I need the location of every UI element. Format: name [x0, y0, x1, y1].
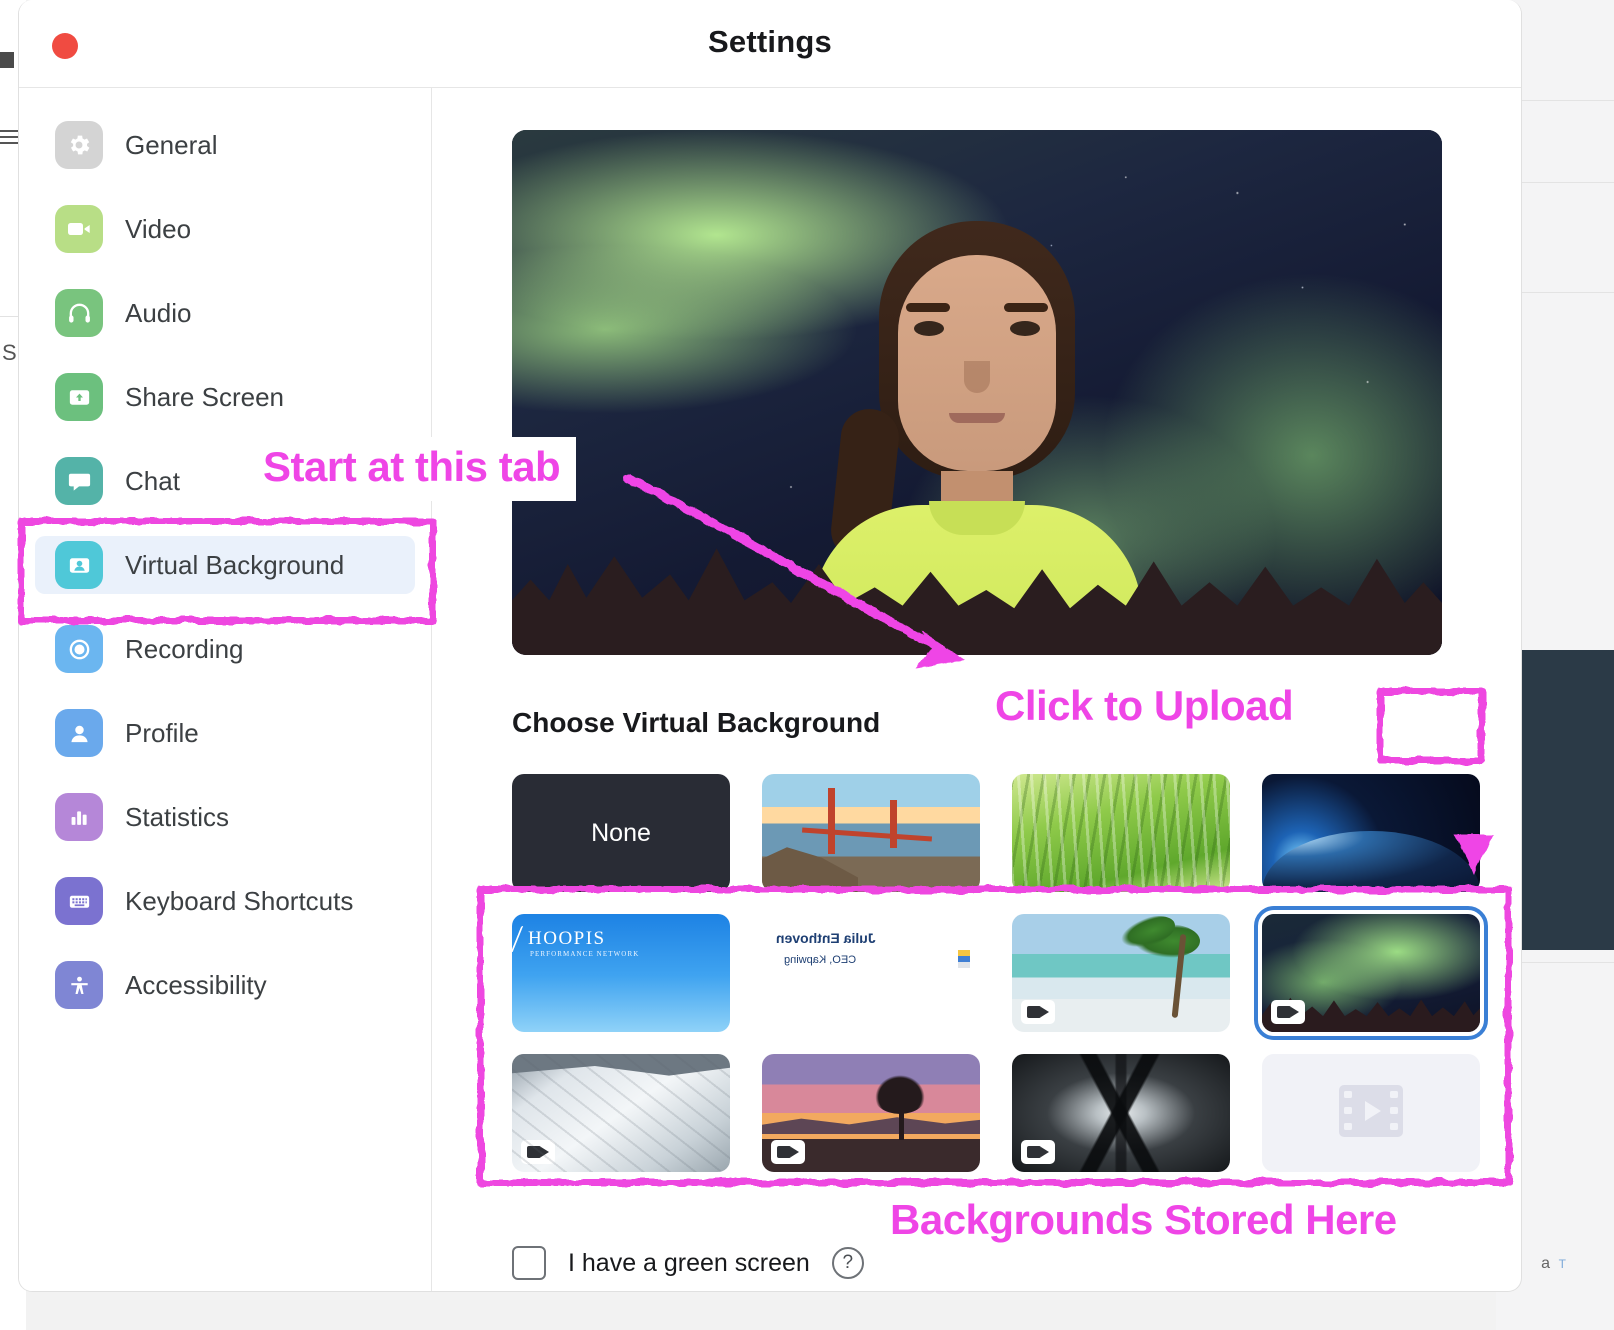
- sidebar-item-label: Statistics: [125, 802, 229, 833]
- sidebar-item-label: Share Screen: [125, 382, 284, 413]
- background-right-glyph-2: T: [1559, 1257, 1566, 1271]
- sidebar-item-label: General: [125, 130, 218, 161]
- sidebar-item-label: Audio: [125, 298, 192, 329]
- nose: [964, 361, 990, 393]
- headphones-icon: [55, 289, 103, 337]
- window-title: Settings: [19, 24, 1521, 60]
- sidebar-item-accessibility[interactable]: Accessibility: [35, 956, 415, 1014]
- eyebrow-left: [906, 303, 950, 312]
- sidebar-item-label: Chat: [125, 466, 180, 497]
- bridge-tower: [890, 800, 897, 848]
- thumbnail-sunset-tree[interactable]: [762, 1054, 980, 1172]
- cliff: [762, 840, 858, 892]
- background-left-glyph: S: [2, 340, 17, 366]
- video-badge-icon: [771, 1140, 805, 1164]
- bridge-tower: [828, 788, 835, 854]
- name-tag-title: CEO, Kapwing: [784, 954, 856, 966]
- sidebar-item-label: Profile: [125, 718, 199, 749]
- choose-background-header: Choose Virtual Background: [512, 693, 1522, 753]
- video-badge-icon: [1021, 1000, 1055, 1024]
- hills: [762, 1112, 980, 1134]
- accessibility-icon: [55, 961, 103, 1009]
- thumbnail-earth-from-space[interactable]: [1262, 774, 1480, 892]
- sidebar-item-label: Video: [125, 214, 191, 245]
- bar-chart-icon: [55, 793, 103, 841]
- screen-root: S a T Settings General: [0, 0, 1614, 1330]
- thumbnail-tunnel[interactable]: [1012, 1054, 1230, 1172]
- mouth: [949, 413, 1005, 423]
- window-titlebar: Settings: [19, 0, 1521, 88]
- sidebar-item-recording[interactable]: Recording: [35, 620, 415, 678]
- virtual-background-grid: None HOOPIS PERFORMANCE NETWORK: [512, 774, 1522, 1172]
- sidebar-item-share-screen[interactable]: Share Screen: [35, 368, 415, 426]
- thumbnail-empty-slot[interactable]: [1262, 1054, 1480, 1172]
- green-screen-row: I have a green screen ?: [512, 1246, 864, 1280]
- choose-background-title: Choose Virtual Background: [512, 693, 1522, 753]
- sidebar-item-label: Virtual Background: [125, 550, 344, 581]
- green-screen-checkbox[interactable]: [512, 1246, 546, 1280]
- sidebar-item-label: Recording: [125, 634, 244, 665]
- hoopis-tagline: PERFORMANCE NETWORK: [530, 950, 639, 958]
- tree-trunk: [899, 1106, 904, 1140]
- eyebrow-right: [1004, 303, 1048, 312]
- video-badge-icon: [521, 1140, 555, 1164]
- thumbnail-name-tag[interactable]: Julia Enthoven CEO, Kapwing: [762, 914, 980, 1032]
- name-tag-name: Julia Enthoven: [776, 930, 876, 946]
- chat-bubble-icon: [55, 457, 103, 505]
- person-silhouette: [812, 185, 1142, 655]
- thumbnail-grass[interactable]: [1012, 774, 1230, 892]
- bridge-deck: [802, 827, 932, 841]
- sidebar-item-label: Accessibility: [125, 970, 267, 1001]
- sidebar-item-video[interactable]: Video: [35, 200, 415, 258]
- window-body: General Video Audio: [19, 88, 1521, 1291]
- sidebar-item-statistics[interactable]: Statistics: [35, 788, 415, 846]
- film-strip-icon: [1339, 1085, 1403, 1142]
- help-glyph: ?: [843, 1252, 854, 1274]
- thumbnail-golden-gate-bridge[interactable]: [762, 774, 980, 892]
- sidebar-item-virtual-background[interactable]: Virtual Background: [35, 536, 415, 594]
- thumbnail-snowy-slope[interactable]: [512, 1054, 730, 1172]
- settings-window: Settings General Video: [18, 0, 1522, 1292]
- background-menu-lines-icon: [0, 130, 18, 144]
- mountain-ridge: [512, 1054, 730, 1084]
- person-icon: [55, 709, 103, 757]
- background-app-icon: [0, 52, 14, 68]
- sidebar-item-keyboard-shortcuts[interactable]: Keyboard Shortcuts: [35, 872, 415, 930]
- name-tag-mark: [958, 950, 970, 968]
- eye-left: [914, 321, 944, 336]
- sidebar-item-chat[interactable]: Chat: [35, 452, 415, 510]
- question-mark-icon[interactable]: ?: [832, 1247, 864, 1279]
- virtual-background-panel: Choose Virtual Background None: [432, 88, 1521, 1291]
- green-screen-label: I have a green screen: [568, 1249, 810, 1278]
- hoopis-wordmark: HOOPIS: [528, 928, 606, 950]
- thumbnail-beach-palm[interactable]: [1012, 914, 1230, 1032]
- video-camera-icon: [55, 205, 103, 253]
- video-badge-icon: [1271, 1000, 1305, 1024]
- sidebar-item-audio[interactable]: Audio: [35, 284, 415, 342]
- sidebar-item-label: Keyboard Shortcuts: [125, 886, 353, 917]
- thumbnail-aurora-selected[interactable]: [1262, 914, 1480, 1032]
- thumbnail-label: None: [591, 819, 651, 848]
- share-screen-icon: [55, 373, 103, 421]
- thumbnail-none[interactable]: None: [512, 774, 730, 892]
- thumbnail-hoopis-logo[interactable]: HOOPIS PERFORMANCE NETWORK: [512, 914, 730, 1032]
- virtual-background-icon: [55, 541, 103, 589]
- keyboard-icon: [55, 877, 103, 925]
- sidebar-item-profile[interactable]: Profile: [35, 704, 415, 762]
- settings-sidebar: General Video Audio: [19, 88, 432, 1291]
- record-circle-icon: [55, 625, 103, 673]
- gear-icon: [55, 121, 103, 169]
- sidebar-item-general[interactable]: General: [35, 116, 415, 174]
- video-preview[interactable]: [512, 130, 1442, 655]
- video-badge-icon: [1021, 1140, 1055, 1164]
- eye-right: [1010, 321, 1040, 336]
- background-right-glyph: a: [1541, 1255, 1550, 1273]
